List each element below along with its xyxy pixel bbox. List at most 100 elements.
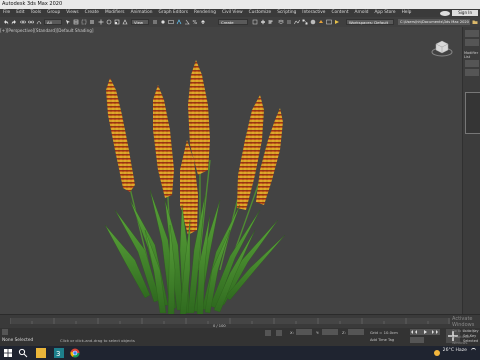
reference-coordinate-dropdown[interactable]: View: [131, 19, 149, 25]
menu-animation[interactable]: Animation: [128, 9, 156, 17]
layer-explorer-icon[interactable]: [277, 19, 285, 25]
flower-spike: [153, 85, 174, 198]
weather-text[interactable]: 26°C Haze: [443, 348, 467, 353]
status-bar: None Selected Click or click-and-drag to…: [0, 328, 480, 346]
move-icon[interactable]: [98, 19, 104, 25]
svg-text:3: 3: [56, 350, 60, 358]
undo-icon[interactable]: [3, 19, 9, 25]
isolate-selection-icon[interactable]: [265, 330, 271, 336]
activation-watermark: Activate Windows Go to Settings to activ…: [452, 316, 480, 346]
modifier-stack-button[interactable]: [465, 69, 479, 76]
menu-tools[interactable]: Tools: [28, 9, 45, 17]
maxscript-listener-icon[interactable]: [2, 329, 8, 335]
scene-explorer-icon[interactable]: [286, 19, 292, 25]
3dsmax-icon[interactable]: 3: [54, 348, 64, 358]
modify-tab-icon[interactable]: [465, 39, 479, 46]
title-bar: Autodesk 3ds Max 2020: [0, 0, 480, 9]
percent-snap-icon[interactable]: %: [192, 19, 198, 26]
menu-modifiers[interactable]: Modifiers: [102, 9, 128, 17]
search-icon[interactable]: [18, 348, 28, 358]
material-editor-icon[interactable]: [310, 19, 316, 25]
menu-group[interactable]: Group: [44, 9, 63, 17]
scale-icon[interactable]: [114, 19, 120, 25]
menu-content[interactable]: Content: [328, 9, 351, 17]
align-icon[interactable]: [268, 19, 274, 25]
modifier-stack-list[interactable]: [465, 92, 480, 134]
menu-file[interactable]: File: [0, 9, 13, 17]
lock-selection-icon[interactable]: [276, 330, 282, 336]
signin-button[interactable]: Sign In: [452, 10, 478, 16]
select-by-name-icon[interactable]: [73, 19, 79, 25]
start-icon[interactable]: [3, 348, 13, 358]
pivot-icon[interactable]: [152, 19, 158, 25]
network-icon[interactable]: [471, 348, 476, 353]
spinner-snap-icon[interactable]: [200, 19, 206, 25]
set-project-folder-icon[interactable]: [472, 19, 478, 25]
named-selection-sets-input[interactable]: Create Selection Se: [218, 19, 248, 31]
render-setup-icon[interactable]: [318, 19, 324, 25]
bind-spacewarp-icon[interactable]: [36, 19, 42, 25]
menu-edit[interactable]: Edit: [13, 9, 27, 17]
add-time-tag-button[interactable]: Add Time Tag: [370, 338, 394, 342]
create-tab-icon[interactable]: [465, 30, 479, 37]
menu-arnold[interactable]: Arnold: [352, 9, 372, 17]
keyboard-shortcut-icon[interactable]: [168, 19, 174, 25]
workspaces-dropdown[interactable]: Workspaces: Default: [346, 19, 394, 25]
watermark-line2: Go to Settings to activate Windows.: [452, 329, 477, 345]
watermark-line1: Activate Windows: [452, 316, 475, 328]
modifier-stack-button[interactable]: [465, 60, 479, 67]
edit-named-selection-icon[interactable]: [252, 19, 258, 25]
red-hot-poker-plant-model[interactable]: [90, 30, 290, 315]
user-icon: [440, 10, 451, 16]
modifier-list-label[interactable]: Modifier List: [464, 51, 480, 59]
viewport-label[interactable]: [+][Perspective][Standard][Default Shadi…: [0, 28, 94, 33]
mirror-icon[interactable]: [260, 19, 266, 25]
viewcube-icon[interactable]: [430, 35, 454, 59]
curve-editor-icon[interactable]: [294, 19, 300, 25]
menu-create[interactable]: Create: [82, 9, 102, 17]
menu-bar: File Edit Tools Group Views Create Modif…: [0, 9, 480, 17]
x-coordinate-field[interactable]: [296, 329, 312, 335]
explorer-icon[interactable]: [36, 348, 46, 358]
project-folder-path[interactable]: C:\Users\hh\Documents\3ds Max 2020: [398, 19, 470, 25]
y-coordinate-field[interactable]: [322, 329, 338, 335]
menu-customize[interactable]: Customize: [246, 9, 275, 17]
render-production-icon[interactable]: [334, 19, 340, 25]
flower-spike: [106, 78, 135, 192]
timeline[interactable]: 0 / 100: [0, 314, 480, 329]
menu-civil-view[interactable]: Civil View: [219, 9, 246, 17]
system-tray[interactable]: 26°C Haze: [429, 348, 476, 353]
z-coordinate-field[interactable]: [348, 329, 364, 335]
rectangle-region-icon[interactable]: [81, 19, 87, 25]
windows-taskbar: 3 26°C Haze: [0, 346, 480, 360]
signin-area: Sign In: [440, 9, 478, 17]
grid-spacing: Grid = 10.0cm: [370, 330, 398, 335]
current-frame-field[interactable]: [410, 337, 424, 343]
schematic-view-icon[interactable]: [302, 19, 308, 25]
playback-controls[interactable]: [410, 329, 440, 335]
placement-icon[interactable]: [122, 19, 128, 25]
rotate-icon[interactable]: [106, 19, 112, 25]
menu-interactive[interactable]: Interactive: [299, 9, 328, 17]
track-bar[interactable]: [9, 318, 450, 324]
z-label: Z:: [342, 330, 346, 335]
menu-scripting[interactable]: Scripting: [274, 9, 299, 17]
unlink-icon[interactable]: [28, 19, 35, 25]
menu-help[interactable]: Help: [399, 9, 415, 17]
select-manipulate-icon[interactable]: [160, 19, 166, 25]
select-object-icon[interactable]: [65, 19, 71, 25]
snaps-toggle-icon[interactable]: [176, 19, 182, 25]
redo-icon[interactable]: [11, 19, 17, 25]
menu-views[interactable]: Views: [63, 9, 81, 17]
prompt-line: Click or click-and-drag to select object…: [60, 338, 135, 343]
link-icon[interactable]: [20, 19, 26, 25]
menu-app-store[interactable]: App Store: [371, 9, 398, 17]
menu-rendering[interactable]: Rendering: [191, 9, 219, 17]
perspective-viewport[interactable]: [+][Perspective][Standard][Default Shadi…: [0, 27, 463, 315]
angle-snap-icon[interactable]: [184, 19, 190, 25]
rendered-frame-window-icon[interactable]: [326, 19, 332, 25]
menu-graph-editors[interactable]: Graph Editors: [155, 9, 191, 17]
selection-filter-dropdown[interactable]: All: [44, 19, 62, 25]
chrome-icon[interactable]: [70, 348, 80, 358]
window-crossing-icon[interactable]: [89, 19, 95, 25]
